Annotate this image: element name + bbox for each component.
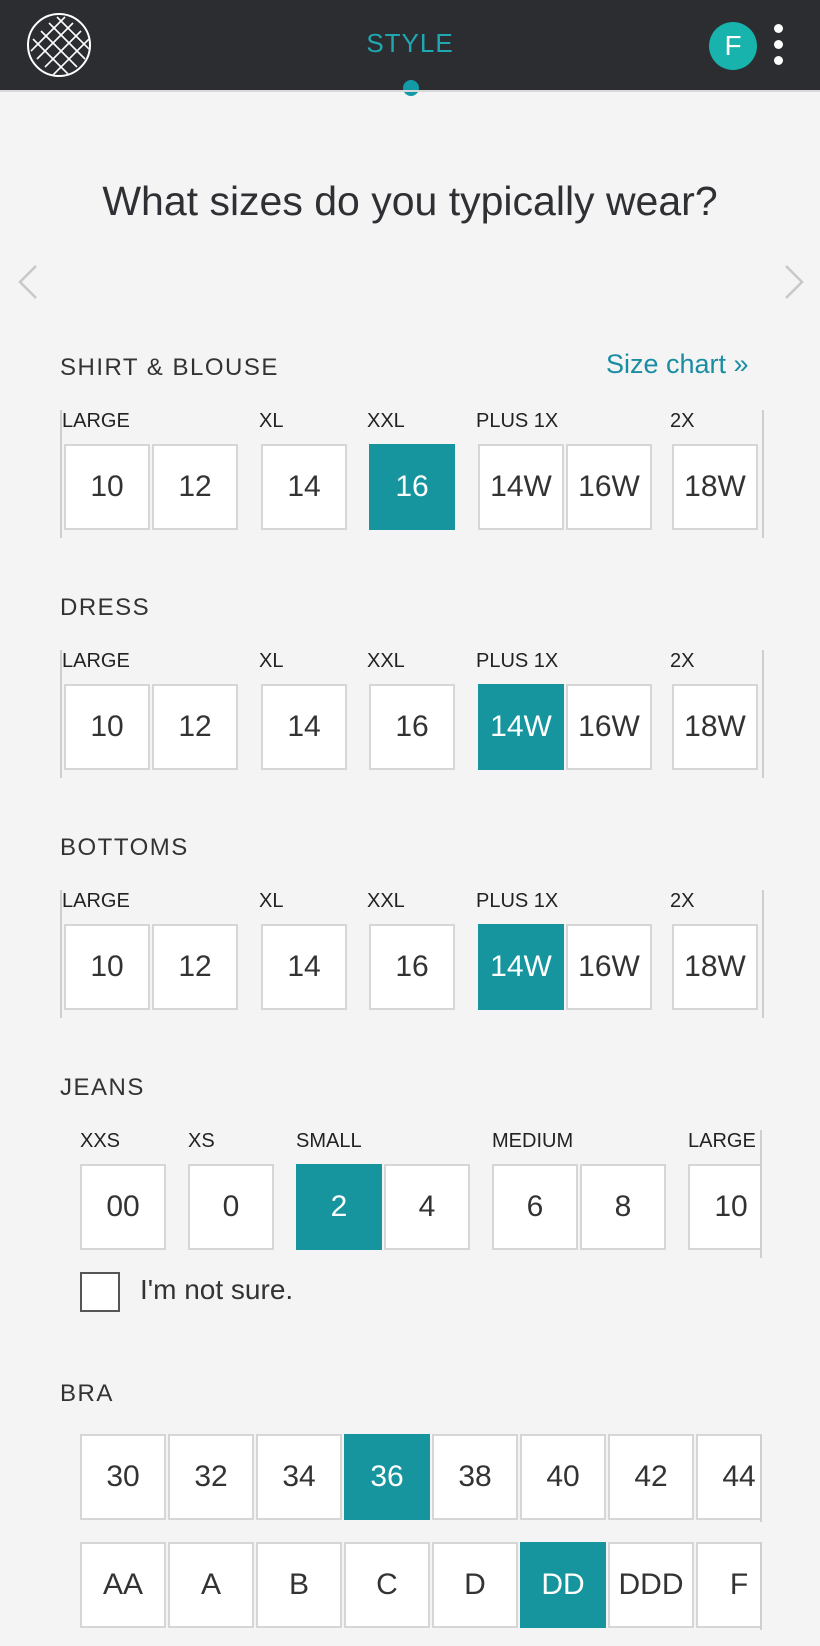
cup-size-option[interactable]: B — [256, 1542, 342, 1628]
size-option[interactable]: 18W — [672, 444, 758, 530]
size-group-label: SMALL — [296, 1130, 362, 1152]
bra-cup-row: AA A B C D DD DDD F — [80, 1542, 762, 1630]
bra-band-row: 30 32 34 36 38 40 42 44 — [80, 1434, 762, 1522]
jeans-size-row: XXS 00 XS 0 SMALL 2 4 MEDIUM 6 8 LARGE 1… — [60, 1130, 762, 1258]
size-group-label: XXL — [367, 410, 405, 432]
section-title-bra: BRA — [60, 1380, 114, 1407]
size-option[interactable]: 18W — [672, 684, 758, 770]
size-option[interactable]: 8 — [580, 1164, 666, 1250]
size-option[interactable]: 14 — [261, 924, 347, 1010]
cup-size-option[interactable]: AA — [80, 1542, 166, 1628]
size-option[interactable]: 14 — [261, 684, 347, 770]
page-title: What sizes do you typically wear? — [102, 178, 718, 224]
size-group-label: XL — [259, 650, 284, 672]
band-size-option[interactable]: 42 — [608, 1434, 694, 1520]
band-size-option[interactable]: 34 — [256, 1434, 342, 1520]
size-group-label: PLUS 1X — [476, 650, 559, 672]
top-app-bar: STYLE F — [0, 0, 820, 96]
size-group-label: XXL — [367, 890, 405, 912]
cup-size-option[interactable]: A — [168, 1542, 254, 1628]
cup-size-option[interactable]: D — [432, 1542, 518, 1628]
section-title-dress: DRESS — [60, 594, 151, 621]
tab-style[interactable]: STYLE — [0, 28, 820, 59]
not-sure-checkbox[interactable] — [80, 1272, 120, 1312]
size-option-selected[interactable]: 14W — [478, 924, 564, 1010]
size-group-label: LARGE — [62, 410, 130, 432]
size-option[interactable]: 6 — [492, 1164, 578, 1250]
cup-size-option-selected[interactable]: DD — [520, 1542, 606, 1628]
size-option[interactable]: 16W — [566, 444, 652, 530]
size-option[interactable]: 16 — [369, 924, 455, 1010]
cup-size-option[interactable]: C — [344, 1542, 430, 1628]
size-option-selected[interactable]: 16 — [369, 444, 455, 530]
size-option-selected[interactable]: 14W — [478, 684, 564, 770]
size-group-label: LARGE — [62, 650, 130, 672]
cup-size-option[interactable]: F — [696, 1542, 760, 1628]
size-group-label: XL — [259, 410, 284, 432]
size-option[interactable]: 4 — [384, 1164, 470, 1250]
bottoms-size-row: LARGE 10 12 XL 14 XXL 16 PLUS 1X 14W 16W… — [60, 890, 764, 1018]
band-size-option[interactable]: 32 — [168, 1434, 254, 1520]
band-size-option[interactable]: 30 — [80, 1434, 166, 1520]
active-tab-indicator — [403, 80, 419, 96]
size-option[interactable]: 14W — [478, 444, 564, 530]
cup-size-option[interactable]: DDD — [608, 1542, 694, 1628]
chevron-left-icon[interactable] — [14, 262, 44, 302]
size-option[interactable]: 12 — [152, 684, 238, 770]
size-group-label: PLUS 1X — [476, 890, 559, 912]
size-chart-link[interactable]: Size chart » — [606, 349, 749, 380]
size-option-selected[interactable]: 2 — [296, 1164, 382, 1250]
more-vert-icon[interactable] — [770, 24, 786, 68]
size-option[interactable]: 14 — [261, 444, 347, 530]
size-group-label: LARGE — [688, 1130, 756, 1152]
band-size-option[interactable]: 40 — [520, 1434, 606, 1520]
section-title-bottoms: BOTTOMS — [60, 834, 189, 861]
size-option[interactable]: 16W — [566, 924, 652, 1010]
dress-size-row: LARGE 10 12 XL 14 XXL 16 PLUS 1X 14W 16W… — [60, 650, 764, 778]
size-group-label: MEDIUM — [492, 1130, 574, 1152]
section-title-jeans: JEANS — [60, 1074, 145, 1101]
avatar[interactable]: F — [709, 22, 757, 70]
band-size-option[interactable]: 44 — [696, 1434, 760, 1520]
size-group-label: XS — [188, 1130, 215, 1152]
size-option[interactable]: 12 — [152, 444, 238, 530]
size-option[interactable]: 16W — [566, 684, 652, 770]
header-divider — [0, 90, 820, 92]
size-group-label: XXL — [367, 650, 405, 672]
size-option[interactable]: 0 — [188, 1164, 274, 1250]
size-option[interactable]: 10 — [64, 684, 150, 770]
chevron-right-icon[interactable] — [778, 262, 808, 302]
size-option[interactable]: 16 — [369, 684, 455, 770]
size-option[interactable]: 12 — [152, 924, 238, 1010]
band-size-option[interactable]: 38 — [432, 1434, 518, 1520]
size-group-label: XXS — [80, 1130, 121, 1152]
size-option[interactable]: 10 — [64, 444, 150, 530]
band-size-option-selected[interactable]: 36 — [344, 1434, 430, 1520]
size-group-label: 2X — [670, 650, 695, 672]
size-group: LARGE 10 — [688, 1130, 760, 1258]
size-group-label: PLUS 1X — [476, 410, 559, 432]
size-group-label: LARGE — [62, 890, 130, 912]
size-option[interactable]: 00 — [80, 1164, 166, 1250]
not-sure-label: I'm not sure. — [140, 1274, 294, 1305]
size-group-label: 2X — [670, 890, 695, 912]
size-option[interactable]: 10 — [64, 924, 150, 1010]
size-option[interactable]: 10 — [688, 1164, 760, 1250]
size-group-label: XL — [259, 890, 284, 912]
shirt-size-row: LARGE 10 12 XL 14 XXL 16 PLUS 1X 14W 16W… — [60, 410, 764, 538]
size-option[interactable]: 18W — [672, 924, 758, 1010]
size-group-label: 2X — [670, 410, 695, 432]
section-title-shirt: SHIRT & BLOUSE — [60, 354, 279, 381]
